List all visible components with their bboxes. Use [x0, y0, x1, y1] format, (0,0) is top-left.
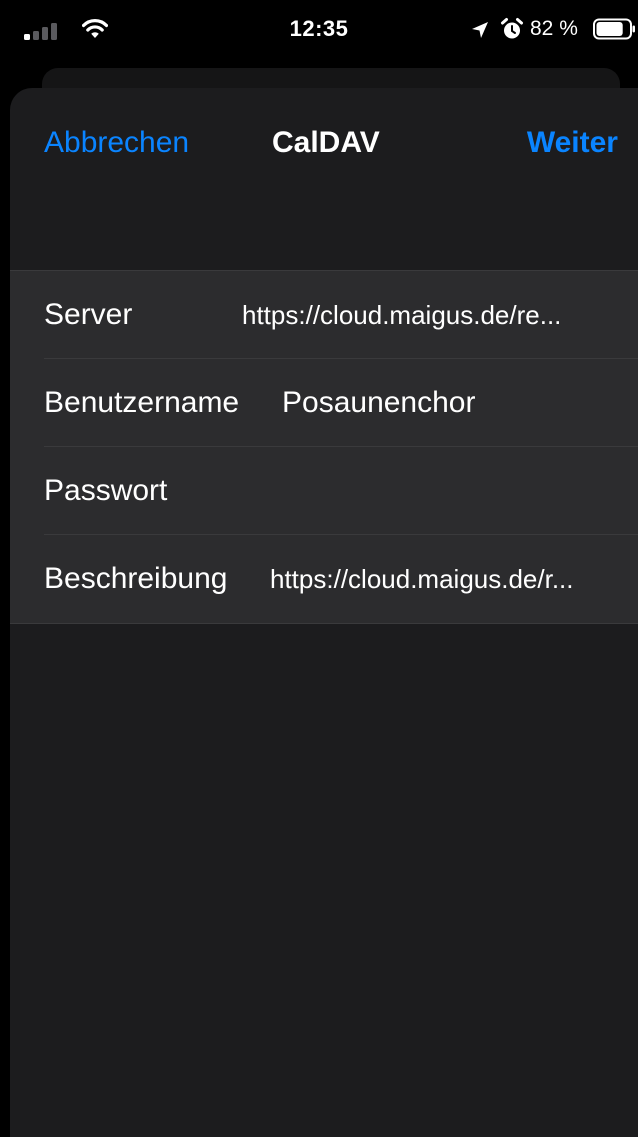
battery-icon	[593, 18, 635, 40]
caldav-sheet: Abbrechen CalDAV Weiter Server https://c…	[10, 88, 638, 1137]
username-field[interactable]: Posaunenchor	[282, 359, 604, 447]
navigation-bar: Abbrechen CalDAV Weiter	[10, 88, 638, 202]
battery-percent: 82 %	[530, 17, 578, 40]
screen: 12:35 82 % Abbrechen CalDAV Weiter Serve…	[0, 0, 638, 1137]
status-bar: 12:35 82 %	[0, 0, 638, 62]
description-value: https://cloud.maigus.de/r...	[270, 563, 574, 594]
cancel-button[interactable]: Abbrechen	[44, 126, 189, 160]
location-icon	[472, 22, 488, 38]
password-label: Passwort	[44, 474, 168, 507]
username-value: Posaunenchor	[282, 386, 476, 419]
next-button[interactable]: Weiter	[527, 126, 618, 160]
username-row[interactable]: Benutzername Posaunenchor	[10, 359, 638, 447]
description-label: Beschreibung	[44, 562, 228, 595]
description-field[interactable]: https://cloud.maigus.de/r...	[270, 535, 614, 623]
server-field[interactable]: https://cloud.maigus.de/re...	[242, 271, 604, 359]
server-row[interactable]: Server https://cloud.maigus.de/re...	[10, 271, 638, 359]
server-label: Server	[44, 298, 133, 331]
alarm-icon	[501, 18, 523, 39]
password-field[interactable]	[282, 447, 604, 535]
description-row[interactable]: Beschreibung https://cloud.maigus.de/r..…	[10, 535, 638, 623]
server-value: https://cloud.maigus.de/re...	[242, 299, 562, 330]
account-form: Server https://cloud.maigus.de/re... Ben…	[10, 270, 638, 624]
battery-level-fill	[596, 22, 623, 36]
page-title: CalDAV	[272, 126, 380, 159]
password-row[interactable]: Passwort	[10, 447, 638, 535]
username-label: Benutzername	[44, 386, 240, 419]
